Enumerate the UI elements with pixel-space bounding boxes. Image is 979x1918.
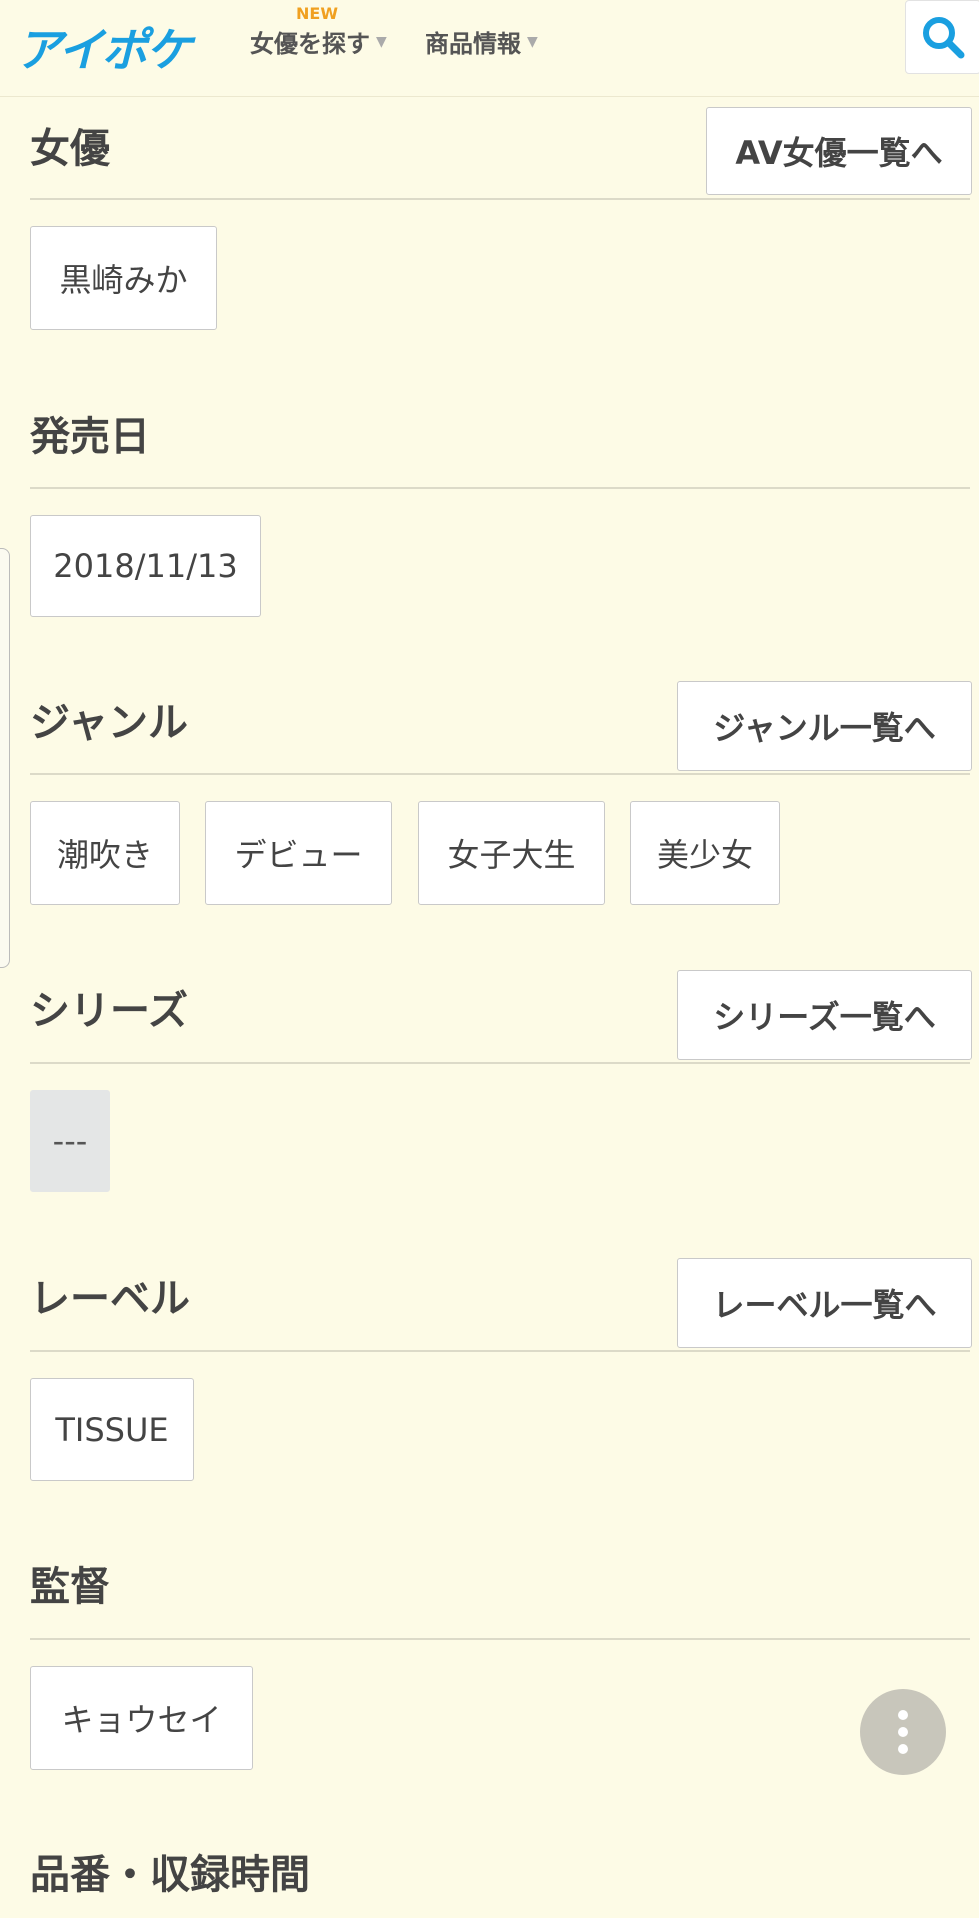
site-logo[interactable]: アイポケ	[16, 14, 192, 80]
divider	[30, 487, 970, 489]
tag-genre[interactable]: デビュー	[205, 801, 392, 905]
tag-series-empty: ---	[30, 1090, 110, 1192]
label-list-button[interactable]: レーベル一覧へ	[677, 1258, 972, 1348]
divider	[30, 773, 970, 775]
series-section-title: シリーズ	[30, 988, 188, 1034]
tag-label[interactable]: TISSUE	[30, 1378, 194, 1481]
more-vertical-icon	[898, 1727, 908, 1737]
tag-actress[interactable]: 黒崎みか	[30, 226, 217, 330]
top-header: アイポケ NEW 女優を探す ▼ 商品情報 ▼	[0, 0, 979, 97]
more-vertical-icon	[898, 1710, 908, 1720]
divider	[30, 1638, 970, 1640]
divider	[30, 1062, 970, 1064]
nav-find-actress-label: 女優を探す	[250, 30, 370, 58]
divider	[30, 1350, 970, 1352]
actress-section-title: 女優	[30, 126, 110, 172]
nav-product-info[interactable]: 商品情報 ▼	[425, 24, 538, 59]
product-code-section-title: 品番・収録時間	[30, 1852, 310, 1898]
tag-genre[interactable]: 女子大生	[418, 801, 605, 905]
genre-section-title: ジャンル	[30, 700, 188, 746]
search-button[interactable]	[905, 0, 979, 74]
tag-genre[interactable]: 潮吹き	[30, 801, 180, 905]
tag-genre[interactable]: 美少女	[630, 801, 780, 905]
label-section-title: レーベル	[30, 1276, 190, 1322]
release-section-title: 発売日	[30, 414, 150, 460]
actress-list-button[interactable]: AV女優一覧へ	[706, 107, 972, 195]
tag-release-date: 2018/11/13	[30, 515, 261, 617]
genre-list-button[interactable]: ジャンル一覧へ	[677, 681, 972, 771]
nav-product-info-label: 商品情報	[425, 30, 521, 58]
more-vertical-icon	[898, 1744, 908, 1754]
director-section-title: 監督	[30, 1564, 110, 1610]
series-list-button[interactable]: シリーズ一覧へ	[677, 970, 972, 1060]
divider	[30, 198, 970, 200]
tag-director[interactable]: キョウセイ	[30, 1666, 253, 1770]
more-menu-button[interactable]	[860, 1689, 946, 1775]
side-scroll-handle[interactable]	[0, 548, 10, 968]
new-badge: NEW	[296, 4, 338, 23]
caret-down-icon: ▼	[527, 33, 538, 50]
search-icon	[923, 17, 965, 59]
nav-find-actress[interactable]: 女優を探す ▼	[250, 24, 387, 59]
caret-down-icon: ▼	[376, 33, 387, 50]
